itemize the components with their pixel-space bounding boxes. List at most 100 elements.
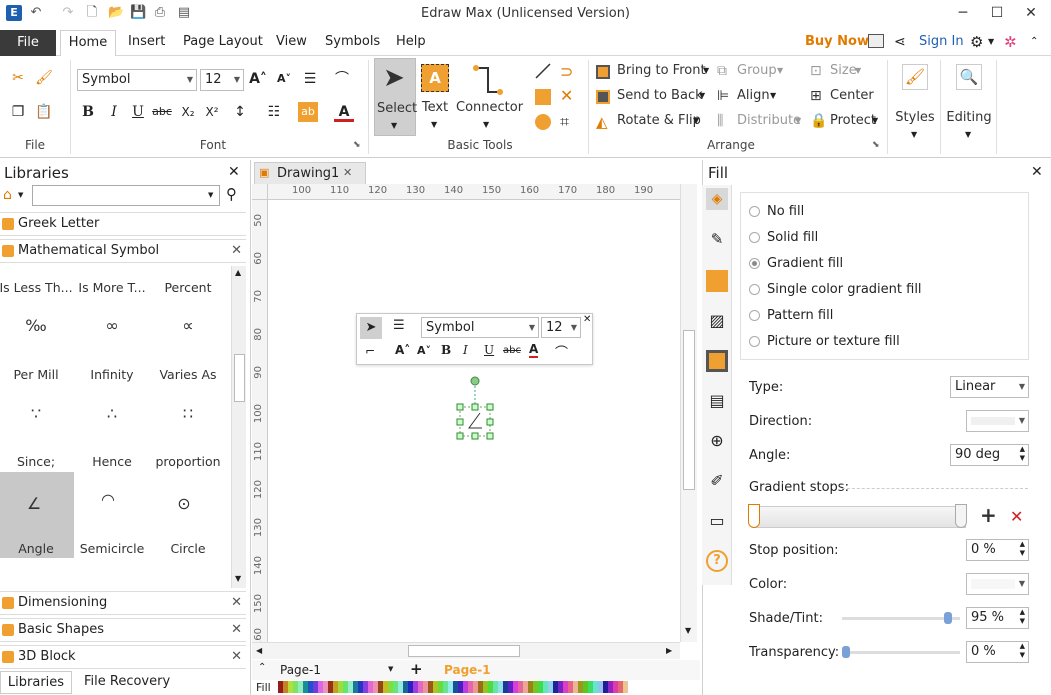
menu-page-layout[interactable]: Page Layout bbox=[183, 28, 263, 56]
font-dialog-launcher-icon[interactable]: ⬊ bbox=[353, 140, 361, 150]
library-search-input[interactable] bbox=[32, 185, 220, 206]
tab-home[interactable]: Home bbox=[60, 30, 116, 57]
document-tab[interactable]: ▣ Drawing1 ✕ bbox=[254, 162, 366, 184]
stop-position-spinner[interactable]: 0 % ▲ ▼ bbox=[966, 539, 1029, 561]
symbol-proportion[interactable]: ∷ bbox=[150, 404, 226, 423]
bring-to-front-button[interactable]: Bring to Front ▼ bbox=[596, 63, 712, 81]
scroll-left-icon[interactable]: ◀ bbox=[256, 646, 262, 655]
color-palette[interactable] bbox=[278, 681, 633, 693]
symbol-hence[interactable]: ∴ bbox=[74, 404, 150, 423]
scroll-thumb[interactable] bbox=[683, 330, 695, 490]
underline-icon[interactable]: U bbox=[128, 102, 148, 122]
strikethrough-icon[interactable]: abc bbox=[503, 345, 521, 356]
library-scrollbar[interactable]: ▲ ▼ bbox=[231, 266, 246, 588]
bottom-tab-libraries[interactable]: Libraries bbox=[0, 671, 72, 694]
bold-icon[interactable]: B bbox=[78, 102, 98, 122]
copy-icon[interactable]: ❐ bbox=[8, 102, 28, 122]
type-combo[interactable]: Linear ▼ bbox=[950, 376, 1029, 398]
shadow-icon[interactable] bbox=[706, 270, 728, 292]
grow-font-icon[interactable]: A˄ bbox=[395, 343, 410, 357]
radio-gradient-fill[interactable]: Gradient fill bbox=[749, 256, 1009, 272]
shrink-font-icon[interactable]: A˅ bbox=[417, 344, 431, 357]
brush-icon[interactable]: 🖌 bbox=[34, 68, 54, 88]
canvas-horizontal-scrollbar[interactable]: ◀ ▶ bbox=[252, 642, 680, 659]
text-tool-button[interactable]: A Text ▼ bbox=[418, 58, 454, 136]
bullets-icon[interactable]: ☷ bbox=[264, 102, 284, 122]
editing-button[interactable]: 🔍 Editing ▼ bbox=[946, 60, 992, 144]
sign-in-link[interactable]: Sign In bbox=[919, 28, 964, 56]
symbol-per-mill[interactable]: ‰ bbox=[0, 316, 74, 335]
settings-dropdown-icon[interactable]: ▼ bbox=[988, 28, 994, 56]
align-button[interactable]: ⊫ Align ▼ bbox=[717, 88, 789, 106]
home-icon[interactable]: ⌂ bbox=[3, 187, 12, 203]
scroll-up-icon[interactable]: ▲ bbox=[235, 268, 241, 277]
line-tool-icon[interactable] bbox=[534, 62, 552, 80]
spin-arrows-icon[interactable]: ▲ ▼ bbox=[1020, 540, 1025, 558]
add-stop-icon[interactable]: + bbox=[980, 505, 997, 525]
menu-insert[interactable]: Insert bbox=[128, 28, 165, 56]
close-icon[interactable]: ✕ bbox=[1031, 164, 1043, 180]
arrange-dialog-launcher-icon[interactable]: ⬊ bbox=[872, 140, 880, 150]
close-button[interactable]: ✕ bbox=[1016, 2, 1046, 24]
library-section-greek-letter[interactable]: Greek Letter bbox=[0, 212, 246, 236]
collapse-ribbon-icon[interactable]: ⌃ bbox=[1030, 28, 1038, 56]
connector-tool-button[interactable]: Connector ▼ bbox=[456, 58, 523, 136]
symbol-angle[interactable]: ∠ bbox=[0, 494, 72, 513]
transparency-slider[interactable] bbox=[842, 651, 960, 654]
symbol-varies-as[interactable]: ∝ bbox=[150, 316, 226, 335]
font-color-icon[interactable]: A bbox=[529, 342, 539, 358]
page-properties-icon[interactable]: ▤ bbox=[706, 390, 728, 412]
color-combo[interactable]: ▼ bbox=[966, 573, 1029, 595]
close-icon[interactable]: ✕ bbox=[583, 314, 591, 325]
layers-icon[interactable] bbox=[706, 350, 728, 372]
scroll-thumb[interactable] bbox=[408, 645, 520, 657]
float-size-combo[interactable]: 12 ▼ bbox=[541, 317, 581, 338]
float-font-combo[interactable]: Symbol ▼ bbox=[421, 317, 539, 338]
paste-icon[interactable]: 📋 bbox=[34, 102, 54, 122]
hyperlink-icon[interactable]: ⊕ bbox=[706, 430, 728, 452]
protect-button[interactable]: 🔒 Protect ▼ bbox=[810, 113, 880, 131]
settings-icon[interactable]: ⚙ bbox=[970, 28, 983, 56]
close-icon[interactable]: ✕ bbox=[343, 166, 352, 179]
canvas-vertical-scrollbar[interactable]: ▼ bbox=[680, 184, 697, 642]
scroll-down-icon[interactable]: ▼ bbox=[235, 574, 241, 583]
menu-symbols[interactable]: Symbols bbox=[325, 28, 380, 56]
select-arrow-icon[interactable]: ➤ bbox=[360, 317, 382, 339]
fill-bucket-icon[interactable]: ◈ bbox=[706, 188, 728, 210]
scroll-down-icon[interactable]: ▼ bbox=[685, 626, 691, 635]
transparency-slider-thumb[interactable] bbox=[842, 646, 850, 658]
comment-icon[interactable]: ▭ bbox=[706, 510, 728, 532]
add-page-icon[interactable]: + bbox=[410, 660, 423, 678]
symbol-circle[interactable]: ⊙ bbox=[146, 494, 222, 513]
collapse-icon[interactable]: ⌃ bbox=[258, 662, 266, 673]
radio-solid-fill[interactable]: Solid fill bbox=[749, 230, 1009, 246]
shade-slider[interactable] bbox=[842, 617, 960, 620]
underline-icon[interactable]: U bbox=[484, 343, 494, 357]
symbol-infinity[interactable]: ∞ bbox=[74, 316, 150, 335]
buy-now-link[interactable]: Buy Now bbox=[805, 28, 869, 56]
shade-slider-thumb[interactable] bbox=[944, 612, 952, 624]
select-tool-button[interactable]: ➤ Select ▼ bbox=[374, 58, 417, 136]
share-icon[interactable]: ⋖ bbox=[894, 28, 906, 56]
radio-picture-fill[interactable]: Picture or texture fill bbox=[749, 334, 1009, 350]
delete-stop-icon[interactable]: ✕ bbox=[1010, 507, 1023, 527]
radio-no-fill[interactable]: No fill bbox=[749, 204, 1009, 220]
italic-icon[interactable]: I bbox=[104, 102, 124, 122]
library-section-mathematical-symbol[interactable]: Mathematical Symbol ✕ bbox=[0, 239, 246, 263]
rotate-flip-button[interactable]: ◭ Rotate & Flip ▼ bbox=[596, 113, 712, 131]
size-button[interactable]: ⊡ Size ▼ bbox=[810, 63, 872, 81]
shrink-font-icon[interactable]: A˅ bbox=[274, 69, 294, 89]
rectangle-tool-icon[interactable] bbox=[535, 89, 551, 105]
text-align-icon[interactable]: ☰ bbox=[393, 318, 405, 333]
radio-single-color-gradient[interactable]: Single color gradient fill bbox=[749, 282, 1009, 298]
scroll-right-icon[interactable]: ▶ bbox=[666, 646, 672, 655]
minimize-button[interactable]: ─ bbox=[948, 2, 978, 24]
font-size-combo[interactable]: 12 ▼ bbox=[200, 69, 244, 91]
angle-spinner[interactable]: 90 deg ▲ ▼ bbox=[950, 444, 1029, 466]
line-style-icon[interactable]: ✎ bbox=[706, 228, 728, 250]
bold-icon[interactable]: B bbox=[441, 343, 451, 357]
close-icon[interactable]: ✕ bbox=[231, 592, 242, 614]
cross-tool-icon[interactable]: ✕ bbox=[560, 86, 573, 105]
highlight-icon[interactable]: ab bbox=[298, 102, 318, 122]
text-path-icon[interactable]: ⌒ bbox=[332, 69, 352, 89]
